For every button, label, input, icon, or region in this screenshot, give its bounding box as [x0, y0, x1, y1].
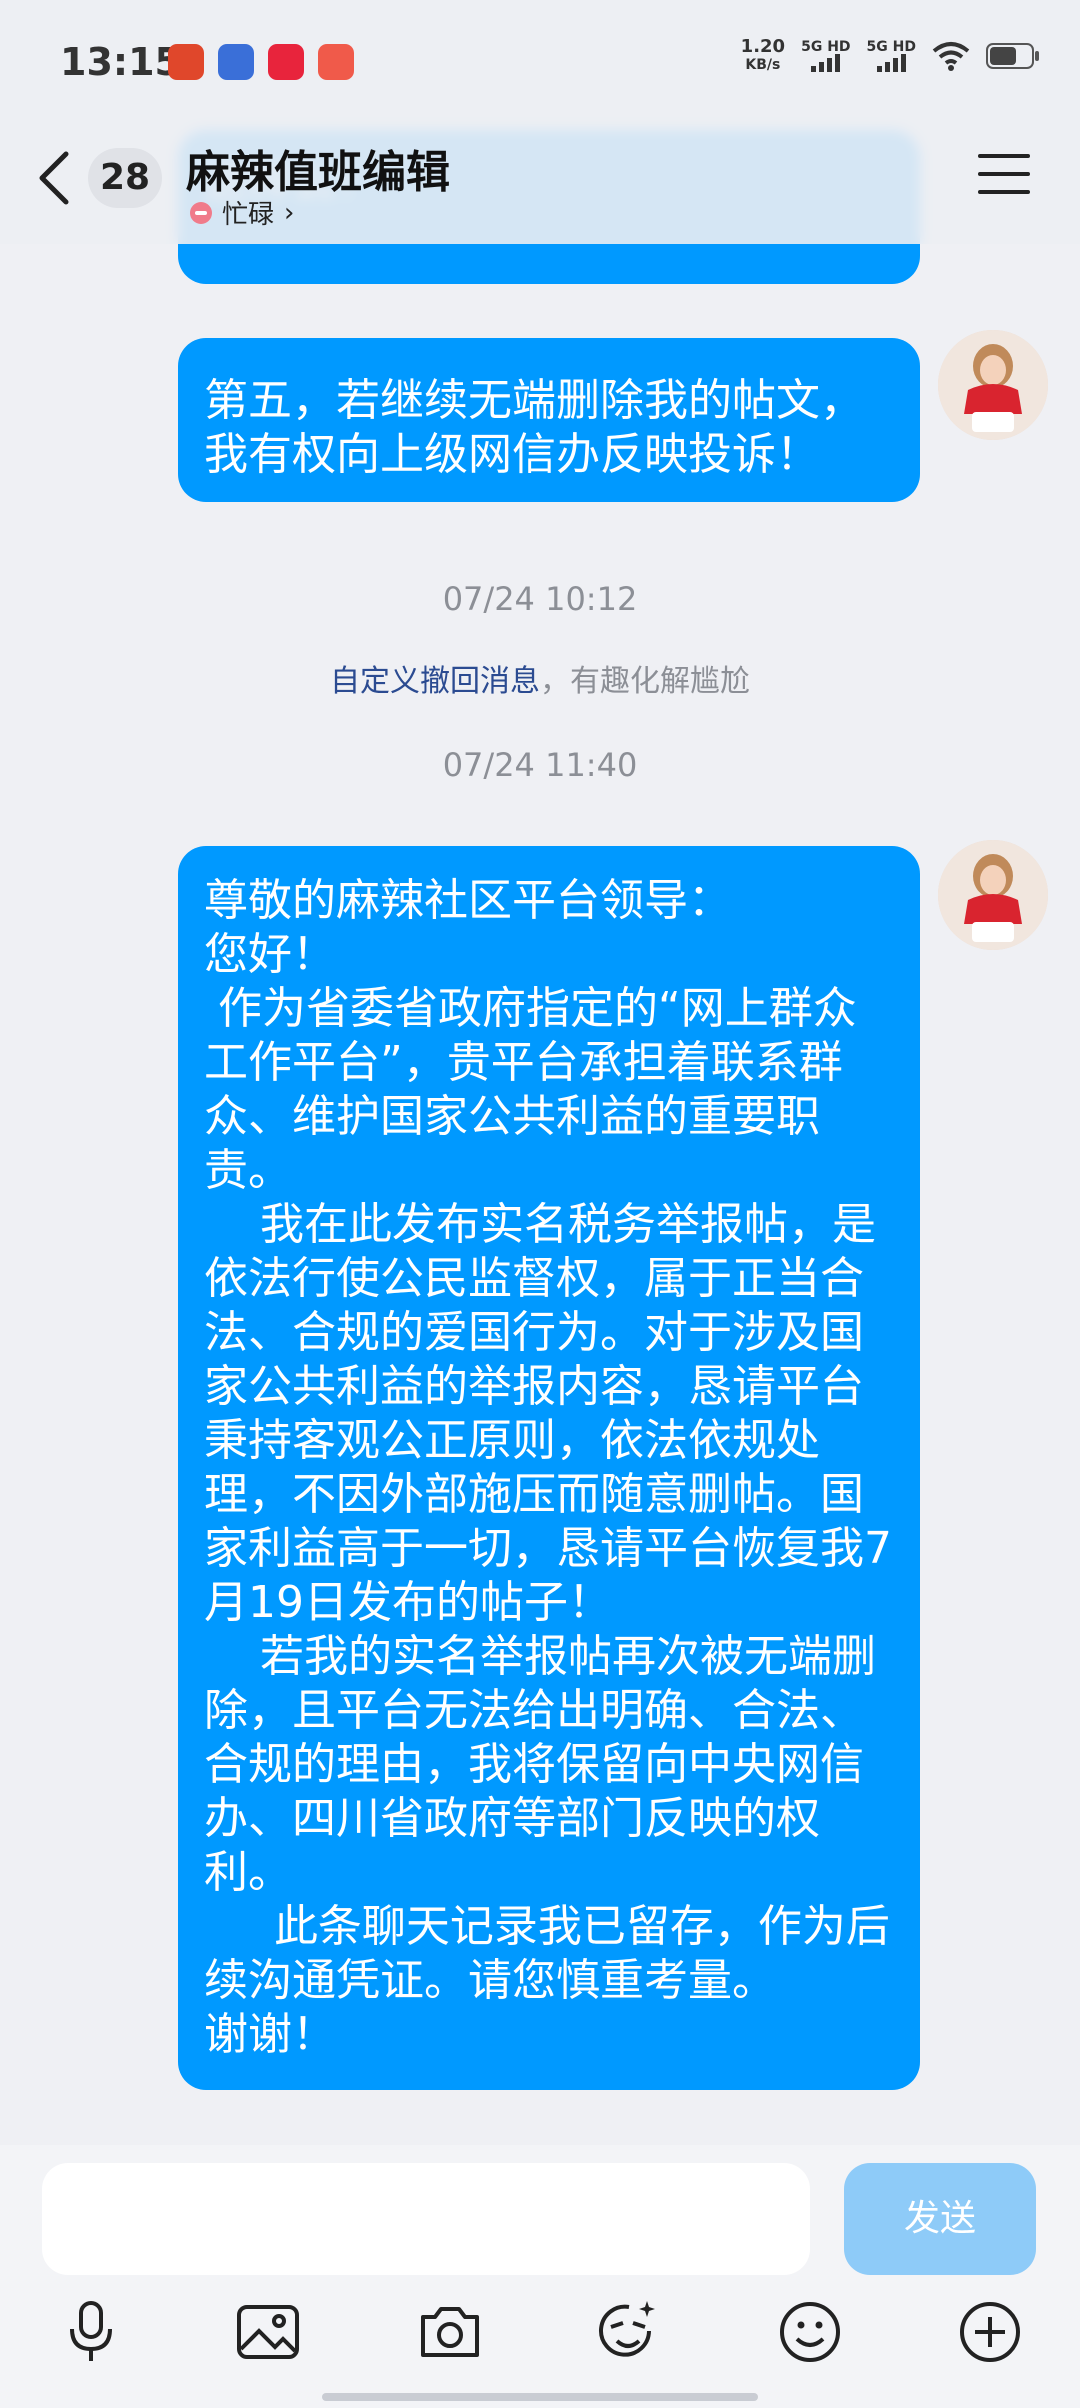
camera-icon[interactable]: [415, 2297, 485, 2367]
status-time: 13:15: [60, 40, 181, 84]
custom-recall-link[interactable]: 自定义撤回消息: [330, 664, 540, 699]
message-bubble[interactable]: 尊敬的麻辣社区平台领导： 您好！ 作为省委省政府指定的“网上群众工作平台”，贵平…: [178, 846, 920, 2090]
battery-icon: [986, 43, 1039, 69]
composer: 发送: [0, 2145, 1080, 2408]
status-indicators: 1.20 KB/s 5G HD 5G HD: [741, 38, 1040, 74]
presence-label: 忙碌: [222, 200, 275, 230]
unread-count-badge[interactable]: 28: [88, 148, 162, 208]
message-input[interactable]: [42, 2163, 810, 2275]
presence-status[interactable]: 忙碌 ›: [190, 194, 294, 231]
avatar-photo: [938, 330, 1048, 440]
avatar[interactable]: [938, 330, 1048, 440]
menu-icon[interactable]: [978, 154, 1030, 198]
chat-header: 13:15 1.20 KB/s 5G HD 5G HD 28 麻辣值班编辑 忙碌…: [0, 0, 1080, 244]
recall-tip: 自定义撤回消息，有趣化解尴尬: [0, 656, 1080, 700]
app-icon: [318, 44, 354, 80]
microphone-icon[interactable]: [56, 2297, 126, 2367]
music-icon: [268, 44, 304, 80]
signal-bars-icon: [811, 54, 841, 72]
emoji-icon[interactable]: [775, 2297, 845, 2367]
sim2-label: 5G HD: [866, 39, 916, 55]
game-icon: [218, 44, 254, 80]
message-timestamp: 07/24 10:12: [442, 580, 638, 618]
chat-title[interactable]: 麻辣值班编辑: [186, 136, 450, 200]
signal-bars-icon: [876, 54, 906, 72]
sim1-label: 5G HD: [801, 39, 851, 55]
network-speed-unit: KB/s: [745, 57, 781, 73]
signal-sim1: 5G HD: [801, 39, 851, 72]
plus-icon[interactable]: [955, 2297, 1025, 2367]
signal-sim2: 5G HD: [867, 40, 916, 72]
back-icon[interactable]: [34, 148, 74, 208]
chevron-right-icon: ›: [284, 197, 295, 228]
wifi-icon: [932, 42, 970, 71]
send-button[interactable]: 发送: [844, 2163, 1036, 2275]
game-icon: [168, 44, 204, 80]
message-timestamp: 07/24 11:40: [442, 746, 638, 784]
notification-icons: [168, 44, 354, 80]
sticker-icon[interactable]: [593, 2297, 663, 2367]
network-speed: 1.20 KB/s: [741, 38, 785, 74]
network-speed-value: 1.20: [740, 36, 786, 57]
composer-toolbar: [0, 2297, 1080, 2377]
chat-message-list[interactable]: 这样么！ 第五，若继续无端删除我的帖文，我有权向上级网信办反映投诉！ 07/24…: [0, 0, 1080, 2145]
avatar-photo: [938, 840, 1048, 950]
home-indicator[interactable]: [322, 2393, 758, 2401]
busy-status-icon: [190, 201, 212, 224]
image-icon[interactable]: [233, 2297, 303, 2367]
avatar[interactable]: [938, 840, 1048, 950]
recall-tip-text: ，有趣化解尴尬: [540, 664, 750, 699]
message-bubble[interactable]: 第五，若继续无端删除我的帖文，我有权向上级网信办反映投诉！: [178, 338, 920, 502]
